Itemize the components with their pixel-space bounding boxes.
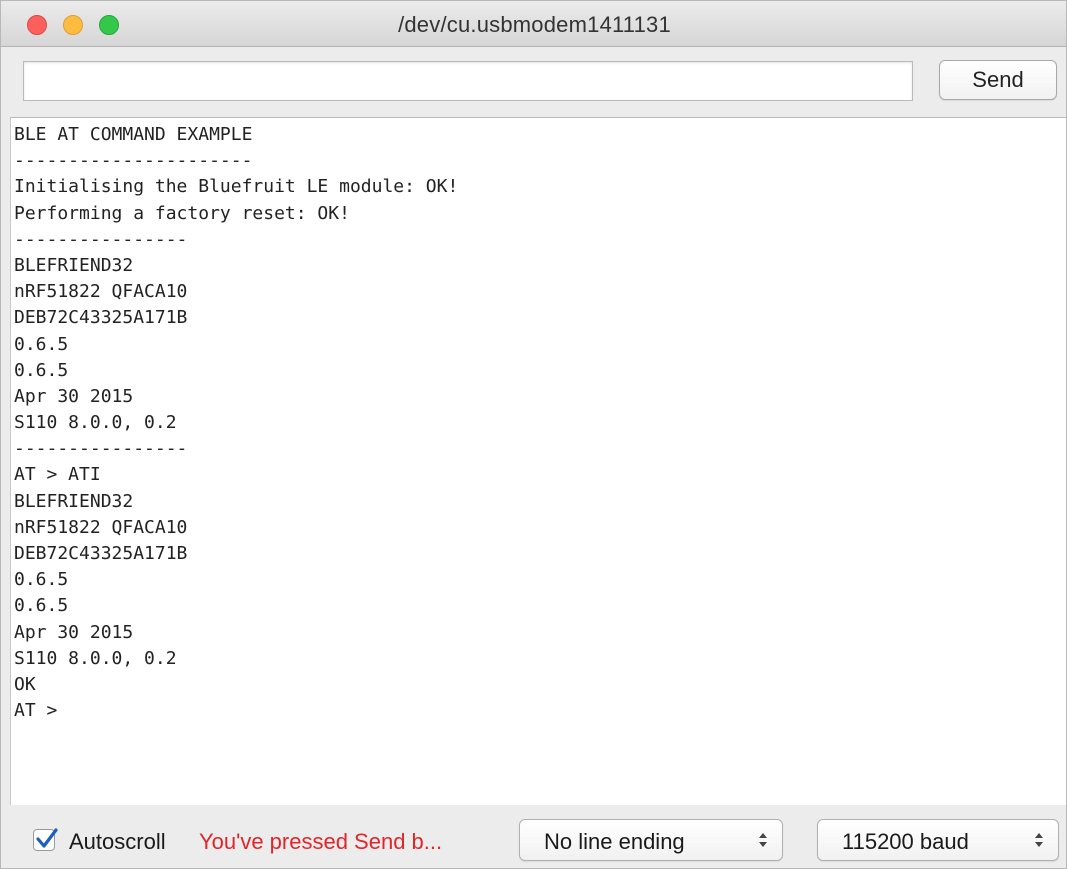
output-line: Performing a factory reset: OK! (14, 202, 350, 224)
output-line: Apr 30 2015 (14, 621, 134, 643)
output-line: DEB72C43325A171B (14, 307, 188, 329)
command-toolbar: Send (1, 47, 1066, 117)
output-line: 0.6.5 (14, 595, 69, 617)
output-line: S110 8.0.0, 0.2 (14, 412, 177, 434)
output-line: AT > (14, 700, 58, 722)
output-line: ---------------------- (14, 150, 253, 172)
serial-monitor-window: /dev/cu.usbmodem1411131 Send BLE AT COMM… (0, 0, 1067, 869)
output-line: 0.6.5 (14, 569, 69, 591)
serial-output-text: BLE AT COMMAND EXAMPLE ------------------… (14, 122, 458, 724)
output-line: nRF51822 QFACA10 (14, 516, 188, 538)
output-line: OK (14, 673, 36, 695)
up-down-arrows-icon (759, 833, 767, 847)
output-line: Apr 30 2015 (14, 385, 134, 407)
output-line: AT > ATI (14, 464, 101, 486)
window-title: /dev/cu.usbmodem1411131 (398, 12, 671, 37)
command-input[interactable] (23, 61, 913, 101)
autoscroll-label[interactable]: Autoscroll (69, 829, 166, 855)
output-line: 0.6.5 (14, 333, 69, 355)
output-line: ---------------- (14, 228, 188, 250)
output-line: ---------------- (14, 438, 188, 460)
send-warning-message: You've pressed Send b... (199, 829, 443, 854)
output-line: DEB72C43325A171B (14, 543, 188, 564)
output-line: BLE AT COMMAND EXAMPLE (14, 124, 253, 145)
send-button[interactable]: Send (939, 60, 1057, 100)
checkmark-icon (36, 828, 58, 848)
output-line: nRF51822 QFACA10 (14, 281, 188, 303)
serial-output[interactable]: BLE AT COMMAND EXAMPLE ------------------… (10, 117, 1066, 805)
output-line: S110 8.0.0, 0.2 (14, 647, 177, 669)
autoscroll-checkbox[interactable] (33, 828, 58, 851)
status-bar: Autoscroll You've pressed Send b... No l… (1, 805, 1066, 868)
line-ending-value: No line ending (544, 829, 685, 854)
line-ending-select[interactable]: No line ending (519, 819, 783, 861)
baud-rate-value: 115200 baud (842, 829, 969, 854)
title-bar[interactable]: /dev/cu.usbmodem1411131 (1, 1, 1066, 47)
output-line: BLEFRIEND32 (14, 490, 134, 512)
baud-rate-select[interactable]: 115200 baud (817, 819, 1059, 861)
output-line: BLEFRIEND32 (14, 254, 134, 276)
output-line: Initialising the Bluefruit LE module: OK… (14, 176, 459, 198)
up-down-arrows-icon (1035, 833, 1043, 847)
output-line: 0.6.5 (14, 359, 69, 381)
